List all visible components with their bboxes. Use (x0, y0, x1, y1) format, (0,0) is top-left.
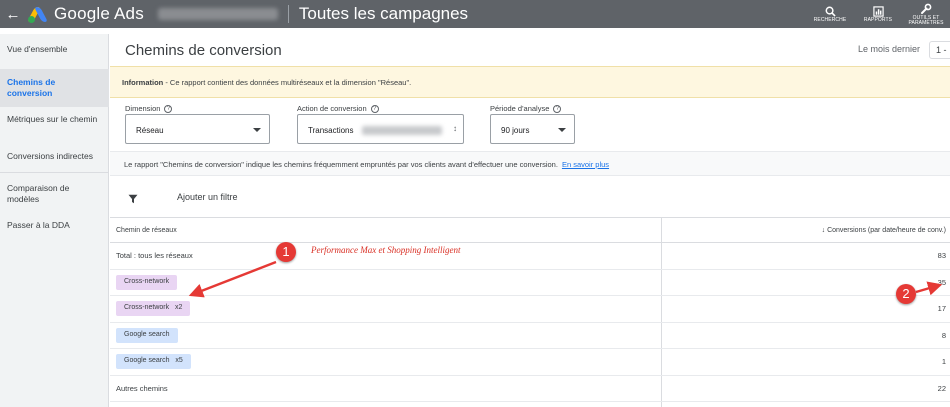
date-range-label[interactable]: Le mois dernier (858, 44, 920, 54)
sidebar-item-conversion-paths[interactable]: Chemins de conversion (0, 69, 109, 107)
sidebar: Vue d'ensemble Chemins de conversion Mét… (0, 34, 109, 407)
conversion-action-value: Transactions (308, 126, 354, 135)
conversion-value: 83 (937, 251, 946, 260)
dimension-value: Réseau (136, 126, 164, 135)
reports-button[interactable]: RAPPORTS (854, 0, 902, 28)
network-chip: Cross-network x2 (116, 301, 191, 316)
conversion-value: 22 (937, 383, 946, 393)
back-arrow-icon[interactable]: ← (0, 6, 26, 23)
table-row: Google search x5 1 (110, 349, 950, 376)
info-banner-label: Information (122, 78, 164, 87)
column-header-path[interactable]: Chemin de réseaux (116, 227, 177, 234)
filter-bar: Ajouter un filtre (110, 176, 950, 218)
path-total: Total : tous les réseaux (116, 251, 193, 260)
table-row: Total : tous les réseaux 83 (110, 243, 950, 270)
analysis-period-label: Période d'analyse? (490, 104, 562, 113)
report-description: Le rapport "Chemins de conversion" indiq… (110, 151, 950, 176)
add-filter-button[interactable]: Ajouter un filtre (177, 192, 238, 202)
divider (287, 5, 289, 23)
search-icon (823, 5, 837, 17)
info-banner: Information - Ce rapport contient des do… (110, 66, 950, 98)
wrench-icon (919, 3, 933, 15)
path-others: Autres chemins (116, 383, 168, 393)
campaign-selector-title[interactable]: Toutes les campagnes (299, 4, 468, 24)
conversion-paths-table: Chemin de réseaux ↓ Conversions (par dat… (110, 218, 950, 407)
search-label: RECHERCHE (813, 17, 847, 23)
google-ads-logo[interactable]: Google Ads (27, 4, 144, 24)
reports-label: RAPPORTS (863, 17, 893, 23)
column-header-conversions[interactable]: ↓ Conversions (par date/heure de conv.) (822, 227, 946, 234)
conversion-value: 8 (941, 330, 946, 340)
conversion-action-label: Action de conversion? (297, 104, 379, 113)
page-title: Chemins de conversion (125, 42, 282, 59)
conversion-value: 1 (941, 357, 946, 366)
top-bar: ← Google Ads Toutes les campagnes RECHER… (0, 0, 950, 28)
dimension-label: Dimension? (125, 104, 173, 113)
info-banner-text: - Ce rapport contient des données multir… (163, 78, 412, 87)
google-ads-logo-icon (27, 6, 48, 23)
report-description-text: Le rapport "Chemins de conversion" indiq… (124, 160, 558, 169)
dropdown-caret-icon (558, 128, 566, 132)
conversion-action-select[interactable]: Transactions ↕ (297, 114, 464, 144)
account-name-redacted[interactable] (157, 8, 278, 20)
filter-icon[interactable] (128, 191, 138, 204)
main-content: Chemins de conversion Le mois dernier 1 … (110, 34, 950, 407)
search-button[interactable]: RECHERCHE (806, 0, 854, 28)
reports-icon (871, 5, 885, 17)
table-row: Cross-network x2 17 (110, 296, 950, 323)
analysis-period-value: 90 jours (501, 126, 530, 135)
table-row: Google search 8 (110, 323, 950, 349)
table-header: Chemin de réseaux ↓ Conversions (par dat… (110, 218, 950, 243)
network-chip: Cross-network (116, 274, 178, 290)
sidebar-item-indirect-conversions[interactable]: Conversions indirectes (0, 151, 109, 162)
date-range-picker[interactable]: 1 - (929, 41, 950, 59)
table-row: Autres chemins 22 (110, 376, 950, 402)
dimension-select[interactable]: Réseau (125, 114, 270, 144)
table-row: Cross-network 35 (110, 270, 950, 296)
tools-label: OUTILS ET PARAMÈTRES (908, 14, 944, 26)
sidebar-item-switch-dda[interactable]: Passer à la DDA (0, 220, 109, 231)
product-name: Google Ads (54, 4, 144, 23)
dropdown-caret-icon (253, 128, 261, 132)
sidebar-divider (0, 172, 109, 173)
help-icon[interactable]: ? (370, 104, 379, 113)
tools-settings-button[interactable]: OUTILS ET PARAMÈTRES (902, 0, 950, 28)
sidebar-item-path-metrics[interactable]: Métriques sur le chemin (0, 114, 109, 125)
network-chip: Google search (116, 327, 178, 343)
help-icon[interactable]: ? (553, 104, 562, 113)
help-icon[interactable]: ? (164, 104, 173, 113)
conversion-value: 35 (937, 277, 946, 287)
analysis-period-select[interactable]: 90 jours (490, 114, 575, 144)
network-chip: Google search x5 (116, 354, 191, 369)
dropdown-arrows-icon: ↕ (453, 124, 457, 133)
sidebar-item-model-comparison[interactable]: Comparaison de modèles (0, 183, 109, 205)
sidebar-item-overview[interactable]: Vue d'ensemble (0, 44, 109, 55)
redacted-action-name (362, 126, 442, 135)
conversion-value: 17 (937, 304, 946, 313)
learn-more-link[interactable]: En savoir plus (562, 160, 609, 169)
